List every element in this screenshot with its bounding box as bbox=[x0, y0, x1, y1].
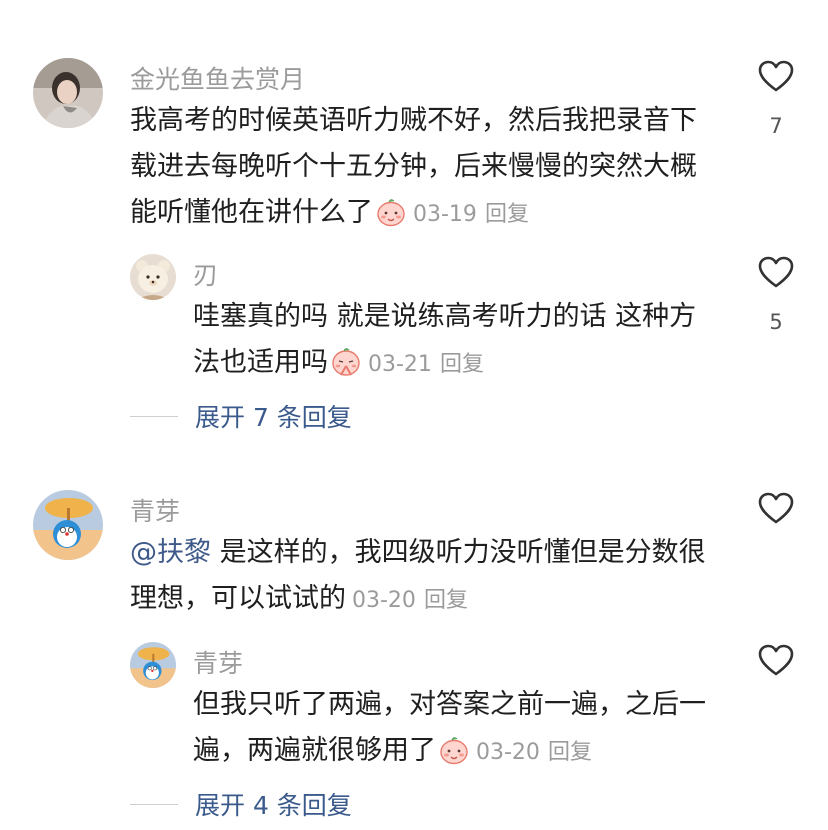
reply-button[interactable]: 回复 bbox=[548, 740, 592, 765]
heart-outline-icon bbox=[758, 492, 794, 524]
reply-body: 但我只听了两遍，对答案之前一遍，之后一遍，两遍就很够用了 03-20 回复 bbox=[193, 682, 713, 776]
divider-line bbox=[130, 415, 178, 417]
reply-date: 03-21 bbox=[368, 352, 432, 377]
praying-face-emoji bbox=[332, 348, 360, 376]
reply-username[interactable]: 刃 bbox=[193, 256, 218, 292]
divider-line bbox=[130, 803, 178, 805]
reply-body: 哇塞真的吗 就是说练高考听力的话 这种方法也适用吗 03-21 回复 bbox=[193, 294, 713, 388]
comment-username[interactable]: 金光鱼鱼去赏月 bbox=[130, 60, 305, 96]
expand-replies-button[interactable]: 展开 4 条回复 bbox=[130, 786, 352, 822]
comment-meta: 03-19 回复 bbox=[413, 202, 529, 227]
avatar-photo-image bbox=[33, 58, 103, 128]
blushing-face-emoji bbox=[377, 199, 405, 227]
avatar[interactable] bbox=[130, 642, 176, 688]
expand-replies-button[interactable]: 展开 7 条回复 bbox=[130, 398, 352, 434]
reply-meta: 03-21 回复 bbox=[368, 352, 484, 377]
reply-meta: 03-20 回复 bbox=[476, 740, 592, 765]
heart-outline-icon bbox=[758, 644, 794, 676]
avatar[interactable] bbox=[33, 58, 103, 128]
comment-username[interactable]: 青芽 bbox=[130, 492, 180, 528]
avatar[interactable] bbox=[130, 254, 176, 300]
like-button[interactable] bbox=[758, 492, 794, 546]
mention-link[interactable]: @扶黎 bbox=[130, 537, 211, 568]
like-button[interactable]: 7 bbox=[758, 60, 794, 138]
avatar[interactable] bbox=[33, 490, 103, 560]
like-button[interactable] bbox=[758, 644, 794, 698]
reply-username[interactable]: 青芽 bbox=[193, 644, 243, 680]
reply-button[interactable]: 回复 bbox=[485, 202, 529, 227]
avatar-doraemon-image bbox=[33, 490, 103, 560]
reply-date: 03-20 bbox=[476, 740, 540, 765]
like-button[interactable]: 5 bbox=[758, 256, 794, 334]
heart-outline-icon bbox=[758, 256, 794, 288]
avatar-doraemon-image bbox=[130, 642, 176, 688]
blushing-face-emoji bbox=[440, 737, 468, 765]
comment-meta: 03-20 回复 bbox=[352, 588, 468, 613]
comment-body: @扶黎 是这样的，我四级听力没听懂但是分数很理想，可以试试的 03-20 回复 bbox=[130, 530, 720, 624]
like-count: 5 bbox=[769, 310, 783, 334]
like-count: 7 bbox=[769, 114, 783, 138]
comment-date: 03-19 bbox=[413, 202, 477, 227]
expand-replies-label: 展开 4 条回复 bbox=[195, 791, 352, 820]
expand-replies-label: 展开 7 条回复 bbox=[195, 403, 352, 432]
avatar-bear-image bbox=[130, 254, 176, 300]
comment-date: 03-20 bbox=[352, 588, 416, 613]
reply-button[interactable]: 回复 bbox=[440, 352, 484, 377]
comment-body: 我高考的时候英语听力贼不好，然后我把录音下载进去每晚听个十五分钟，后来慢慢的突然… bbox=[130, 98, 710, 238]
heart-outline-icon bbox=[758, 60, 794, 92]
reply-button[interactable]: 回复 bbox=[424, 588, 468, 613]
